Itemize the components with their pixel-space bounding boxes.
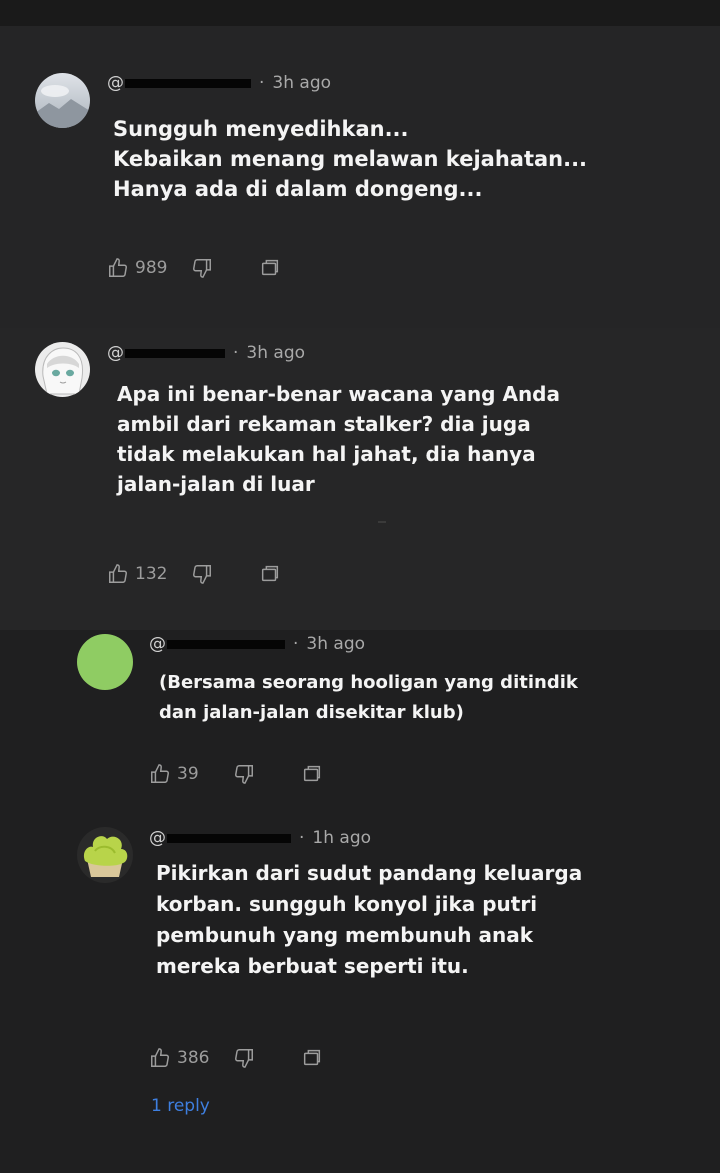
like-count: 132 [135,564,168,584]
dislike-button[interactable] [191,257,213,279]
dislike-button[interactable] [233,763,255,785]
dislike-icon [233,763,255,785]
timestamp: 3h ago [246,343,306,363]
like-icon [149,1047,171,1069]
comment-text: Apa ini benar-benar wacana yang Anda amb… [117,382,560,496]
comment-actions: 386 [149,1047,349,1071]
comment-meta: @ · 1h ago [149,828,372,848]
redacted-username [167,639,285,649]
timestamp: 3h ago [306,634,366,654]
username[interactable]: @ [149,634,166,654]
like-icon [149,763,171,785]
reply-button[interactable] [301,763,323,785]
avatar[interactable] [35,342,90,397]
like-button[interactable]: 132 [107,563,167,585]
view-replies-link[interactable]: 1 reply [151,1096,210,1116]
reply-icon [301,763,323,785]
username[interactable]: @ [107,343,124,363]
redacted-username [125,78,251,88]
dislike-icon [233,1047,255,1069]
like-count: 989 [135,258,168,278]
like-count: 39 [177,764,199,784]
avatar[interactable] [35,73,90,128]
like-icon [107,563,129,585]
reply-button[interactable] [259,257,281,279]
redacted-username [125,348,225,358]
comment-meta: @ · 3h ago [107,73,332,93]
avatar[interactable] [77,827,133,883]
reply-icon [301,1047,323,1069]
divider [378,521,386,523]
redacted-username [167,833,291,843]
like-button[interactable]: 989 [107,257,167,279]
like-count: 386 [177,1048,210,1068]
timestamp: 3h ago [272,73,332,93]
comment-text: (Bersama seorang hooligan yang ditindik … [159,672,578,723]
comment-actions: 989 [107,257,307,281]
timestamp: 1h ago [312,828,372,848]
comment-meta: @ · 3h ago [149,634,366,654]
dislike-button[interactable] [191,563,213,585]
reply-icon [259,563,281,585]
comment-actions: 132 [107,563,307,587]
username[interactable]: @ [149,828,166,848]
like-button[interactable]: 386 [149,1047,209,1069]
top-bar [0,0,720,26]
dislike-icon [191,257,213,279]
dislike-icon [191,563,213,585]
dislike-button[interactable] [233,1047,255,1069]
comment-text: Pikirkan dari sudut pandang keluarga kor… [156,861,583,978]
reply-button[interactable] [301,1047,323,1069]
comment-text: Sungguh menyedihkan... Kebaikan menang m… [113,117,588,201]
comment-meta: @ · 3h ago [107,343,306,363]
like-button[interactable]: 39 [149,763,199,785]
comment-actions: 39 [149,763,349,787]
avatar[interactable] [77,634,133,690]
username[interactable]: @ [107,73,124,93]
reply-icon [259,257,281,279]
reply-button[interactable] [259,563,281,585]
like-icon [107,257,129,279]
